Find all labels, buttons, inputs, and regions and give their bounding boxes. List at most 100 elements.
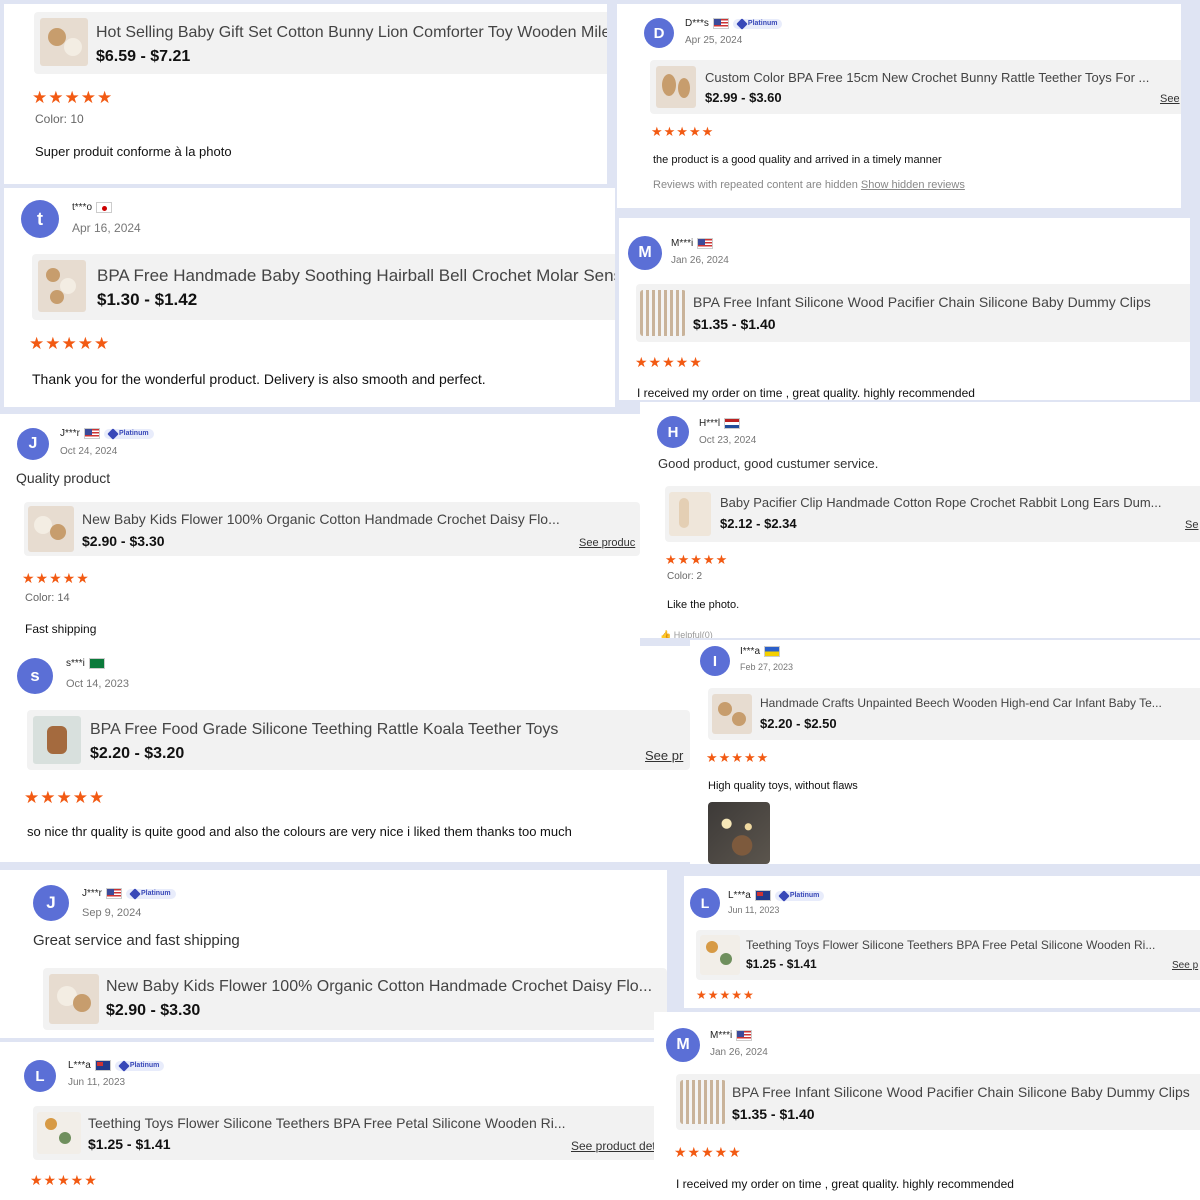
country-flag-icon [712,18,729,29]
product-price: $1.30 - $1.42 [97,290,198,309]
product-link[interactable]: BPA Free Food Grade Silicone Teething Ra… [27,710,690,770]
platinum-badge: Platinum [774,889,825,902]
product-price: $2.12 - $2.34 [720,516,797,531]
platinum-badge: Platinum [104,427,154,440]
product-link[interactable]: BPA Free Infant Silicone Wood Pacifier C… [636,284,1190,342]
reviewer-name: s***i [66,658,85,669]
product-price: $1.25 - $1.41 [88,1136,171,1152]
product-title: Hot Selling Baby Gift Set Cotton Bunny L… [96,24,607,41]
product-link[interactable]: New Baby Kids Flower 100% Organic Cotton… [24,502,640,556]
review-card: J J***r Platinum Sep 9, 2024 Great servi… [0,870,667,1038]
review-date: Sep 9, 2024 [82,907,142,919]
review-card: J J***r Platinum Oct 24, 2024 Quality pr… [0,414,640,646]
product-title: BPA Free Handmade Baby Soothing Hairball… [97,266,615,285]
star-rating: ★★★★★ [635,354,703,370]
reviewer-name: M***i [710,1030,733,1041]
star-rating: ★★★★★ [651,124,715,139]
review-text: Super produit conforme à la photo [35,144,232,159]
product-link[interactable]: Custom Color BPA Free 15cm New Crochet B… [650,60,1181,114]
reviewer-name: J***r [82,888,103,899]
product-link[interactable]: Teething Toys Flower Silicone Teethers B… [33,1106,672,1160]
review-date: Apr 25, 2024 [685,35,743,46]
diamond-icon [118,1059,130,1072]
review-card: Hot Selling Baby Gift Set Cotton Bunny L… [4,4,607,184]
country-flag-icon [106,888,123,899]
star-rating: ★★★★★ [30,1172,98,1188]
product-link[interactable]: Teething Toys Flower Silicone Teethers B… [696,930,1200,980]
review-card: M M***i Jan 26, 2024 BPA Free Infant Sil… [654,1012,1200,1200]
review-card: H H***l Oct 23, 2024 Good product, good … [640,402,1200,638]
avatar: M [628,236,662,270]
product-title: BPA Free Infant Silicone Wood Pacifier C… [693,294,1151,310]
see-product-link[interactable]: See pr [645,748,683,763]
diamond-icon [129,887,141,900]
product-link[interactable]: Baby Pacifier Clip Handmade Cotton Rope … [665,486,1200,542]
review-text: Fast shipping [25,622,97,636]
country-flag-icon [754,890,771,901]
reviewer-info: J***r Platinum [60,427,154,440]
product-price: $1.35 - $1.40 [732,1106,815,1122]
reviewer-name: M***i [671,238,694,249]
reviewer-info: L***a Platinum [728,889,825,902]
product-price: $2.99 - $3.60 [705,90,782,105]
review-card: I I***a Feb 27, 2023 Handmade Crafts Unp… [690,640,1200,864]
product-link[interactable]: BPA Free Infant Silicone Wood Pacifier C… [676,1074,1200,1130]
country-flag-icon [96,202,113,213]
product-thumbnail [38,260,86,312]
review-card: s s***i Oct 14, 2023 BPA Free Food Grade… [0,646,690,862]
country-flag-icon [88,658,105,669]
reviewer-info: D***s Platinum [685,17,783,30]
show-hidden-reviews-link[interactable]: Show hidden reviews [861,179,965,191]
platinum-badge: Platinum [126,887,176,900]
review-date: Oct 14, 2023 [66,678,129,690]
diamond-icon [736,17,748,30]
review-date: Apr 16, 2024 [72,221,141,235]
avatar: J [33,885,69,921]
see-product-link[interactable]: See p [1172,960,1198,971]
reviewer-info: M***i [671,238,714,249]
review-card: L L***a Platinum Jun 11, 2023 Teething T… [0,1042,672,1200]
avatar: J [17,428,49,460]
review-date: Jan 26, 2024 [710,1047,768,1058]
review-date: Jun 11, 2023 [728,905,780,915]
product-title: BPA Free Food Grade Silicone Teething Ra… [90,721,559,738]
product-title: Teething Toys Flower Silicone Teethers B… [88,1115,566,1131]
country-flag-icon [764,646,781,657]
product-title: Handmade Crafts Unpainted Beech Wooden H… [760,696,1162,710]
product-price: $2.20 - $2.50 [760,716,837,731]
review-card: M M***i Jan 26, 2024 BPA Free Infant Sil… [619,218,1190,400]
reviewer-info: s***i [66,658,105,669]
star-rating: ★★★★★ [22,570,90,586]
avatar: D [644,18,674,48]
product-thumbnail [40,18,88,66]
review-text: the product is a good quality and arrive… [653,154,942,166]
product-link[interactable]: New Baby Kids Flower 100% Organic Cotton… [43,968,667,1030]
review-photo[interactable] [708,802,770,864]
product-link[interactable]: BPA Free Handmade Baby Soothing Hairball… [32,254,615,320]
see-product-link[interactable]: See [1160,93,1180,105]
star-rating: ★★★★★ [706,750,770,765]
reviewer-info: I***a [740,646,781,657]
product-title: Teething Toys Flower Silicone Teethers B… [746,938,1156,952]
reviewer-name: H***l [699,418,721,429]
product-thumbnail [680,1080,726,1124]
product-price: $1.35 - $1.40 [693,316,776,332]
review-date: Oct 23, 2024 [699,435,757,446]
helpful-button[interactable]: 👍 Helpful(0) [660,630,713,638]
product-title: New Baby Kids Flower 100% Organic Cotton… [82,511,560,527]
product-thumbnail [712,694,752,734]
reviewer-name: L***a [728,890,751,901]
star-rating: ★★★★★ [665,552,729,567]
reviewer-name: I***a [740,646,761,657]
review-card: t t***o Apr 16, 2024 BPA Free Handmade B… [4,188,615,407]
review-date: Jun 11, 2023 [68,1077,126,1088]
product-price: $2.90 - $3.30 [82,533,165,549]
see-product-link[interactable]: Se [1185,519,1198,531]
product-link[interactable]: Hot Selling Baby Gift Set Cotton Bunny L… [34,12,607,74]
review-text: Like the photo. [667,599,740,611]
reviewer-info: M***i [710,1030,753,1041]
reviewer-info: L***a Platinum [68,1059,165,1072]
see-product-link[interactable]: See produc [579,537,635,549]
product-link[interactable]: Handmade Crafts Unpainted Beech Wooden H… [708,688,1200,740]
product-thumbnail [28,506,74,552]
